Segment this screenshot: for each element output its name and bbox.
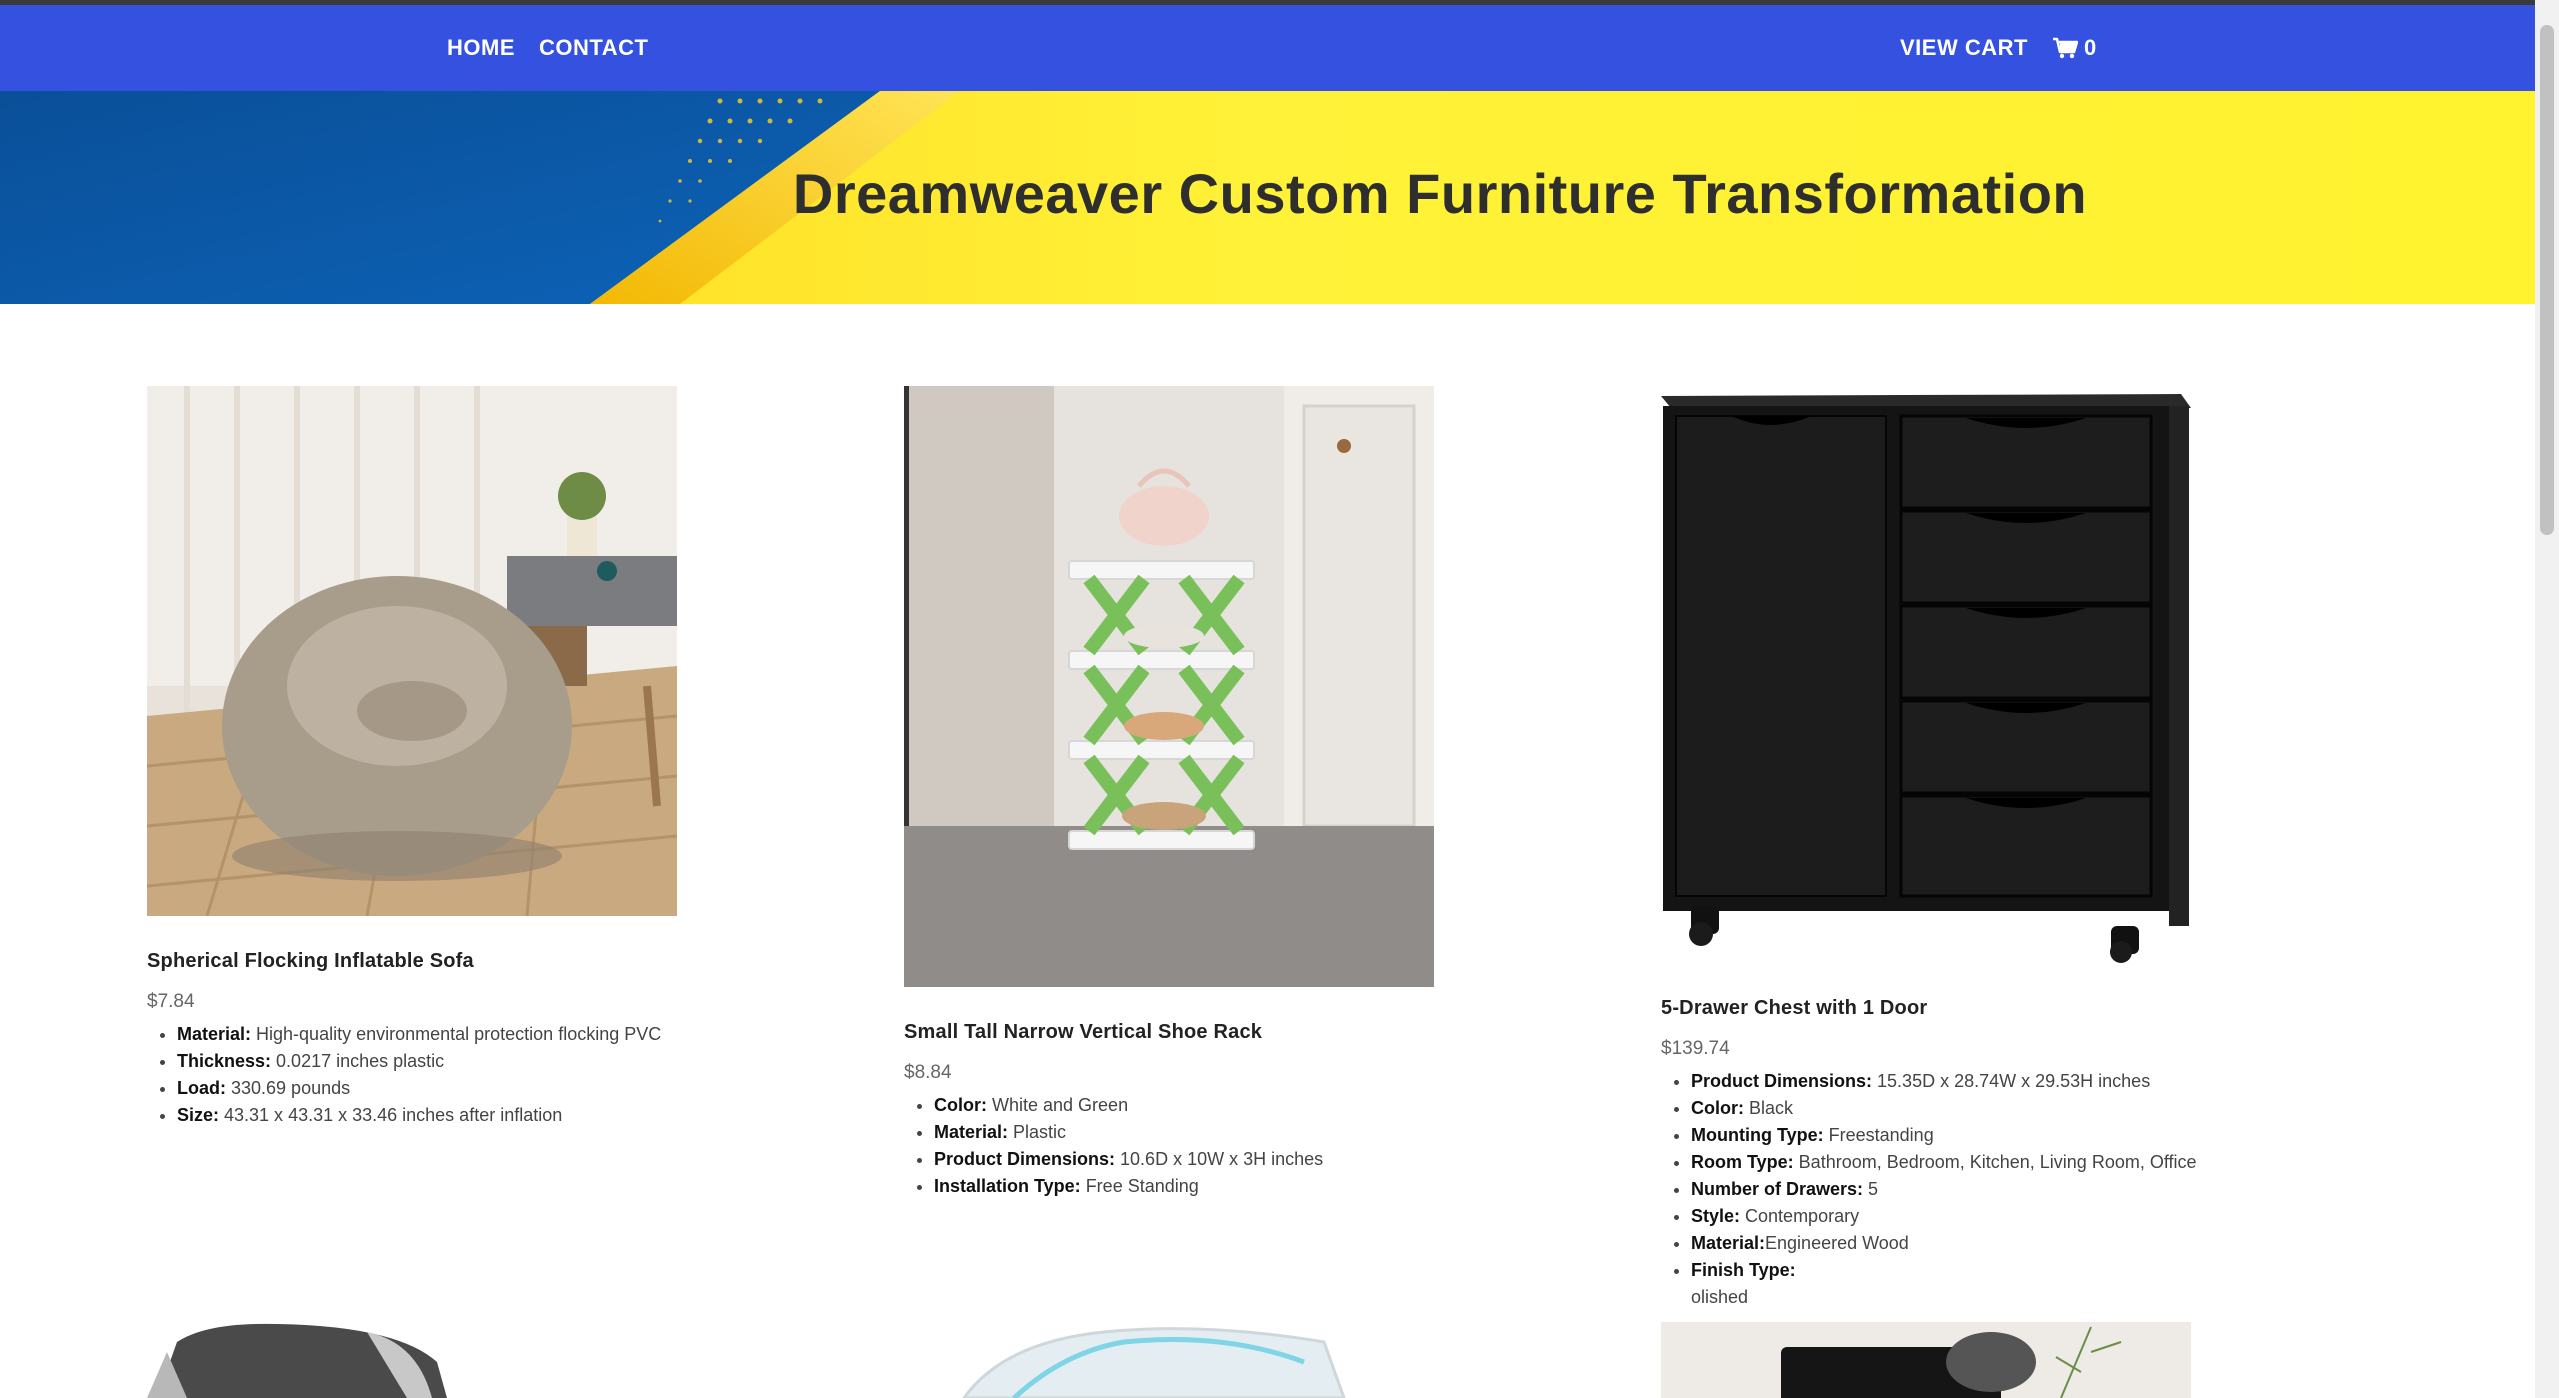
page-title: Dreamweaver Custom Furniture Transformat…	[792, 162, 2088, 225]
product-specs: Color: White and Green Material: Plastic…	[904, 1092, 1624, 1200]
spec-value: 15.35D x 28.74W x 29.53H inches	[1872, 1071, 2151, 1091]
spec-label: Load:	[177, 1078, 226, 1098]
spec-label: Number of Drawers:	[1691, 1179, 1864, 1199]
product-image[interactable]	[904, 386, 1434, 987]
spec-label: Thickness:	[177, 1051, 272, 1071]
spec-value-continued: olished	[1691, 1287, 1749, 1307]
spec-label: Size:	[177, 1105, 220, 1125]
spec-value: Black	[1744, 1098, 1794, 1118]
spec-label: Room Type:	[1691, 1152, 1794, 1172]
product-image[interactable]	[1661, 386, 2191, 963]
product-image[interactable]	[147, 386, 677, 916]
spec-item: Room Type: Bathroom, Bedroom, Kitchen, L…	[1691, 1149, 2381, 1176]
scrollbar-thumb[interactable]	[2540, 25, 2554, 535]
spec-value: Free Standing	[1080, 1176, 1199, 1196]
spec-item: Material:Engineered Wood	[1691, 1230, 2381, 1257]
spec-item: Color: Black	[1691, 1095, 2381, 1122]
spec-item: Material: Plastic	[934, 1119, 1624, 1146]
spec-item: Product Dimensions: 10.6D x 10W x 3H inc…	[934, 1146, 1624, 1173]
spec-value: Bathroom, Bedroom, Kitchen, Living Room,…	[1793, 1152, 2197, 1172]
spec-value: 0.0217 inches plastic	[271, 1051, 445, 1071]
spec-item: Installation Type: Free Standing	[934, 1173, 1624, 1200]
spec-value: 43.31 x 43.31 x 33.46 inches after infla…	[219, 1105, 563, 1125]
spec-label: Product Dimensions:	[934, 1149, 1116, 1169]
spec-item: Product Dimensions: 15.35D x 28.74W x 29…	[1691, 1068, 2381, 1095]
spec-item: Number of Drawers: 5	[1691, 1176, 2381, 1203]
spec-label: Installation Type:	[934, 1176, 1081, 1196]
spec-value: White and Green	[987, 1095, 1129, 1115]
spec-value: Engineered Wood	[1765, 1233, 1909, 1253]
product-card: 5-Drawer Chest with 1 Door $139.74 Produ…	[1661, 386, 2381, 1311]
product-price: $8.84	[904, 1062, 952, 1083]
spec-item: Load: 330.69 pounds	[177, 1075, 867, 1102]
spec-label: Mounting Type:	[1691, 1125, 1824, 1145]
top-navbar: HOME CONTACT VIEW CART 0	[0, 5, 2535, 91]
spec-item: Color: White and Green	[934, 1092, 1624, 1119]
product-specs: Product Dimensions: 15.35D x 28.74W x 29…	[1661, 1068, 2381, 1311]
spec-item: Thickness: 0.0217 inches plastic	[177, 1048, 867, 1075]
spec-label: Product Dimensions:	[1691, 1071, 1873, 1091]
spec-item: Size: 43.31 x 43.31 x 33.46 inches after…	[177, 1102, 867, 1129]
cart-button[interactable]: 0	[2052, 35, 2096, 61]
spec-value: High-quality environmental protection fl…	[251, 1024, 662, 1044]
nav-links: HOME CONTACT	[447, 35, 648, 61]
spec-value: Plastic	[1008, 1122, 1067, 1142]
hero-banner: Dreamweaver Custom Furniture Transformat…	[0, 91, 2535, 304]
product-image[interactable]	[1661, 1322, 2191, 1398]
spec-label: Color:	[934, 1095, 987, 1115]
spec-value: 330.69 pounds	[226, 1078, 351, 1098]
spec-value: 5	[1863, 1179, 1879, 1199]
spec-value: Contemporary	[1740, 1206, 1860, 1226]
nav-home-link[interactable]: HOME	[447, 35, 515, 61]
view-cart-link[interactable]: VIEW CART	[1900, 35, 2028, 61]
spec-item: Style: Contemporary	[1691, 1203, 2381, 1230]
spec-item: Material: High-quality environmental pro…	[177, 1021, 867, 1048]
spec-item: Finish Type: olished	[1691, 1257, 2381, 1311]
spec-label: Style:	[1691, 1206, 1741, 1226]
product-card: Small Tall Narrow Vertical Shoe Rack $8.…	[904, 386, 1624, 1200]
product-specs: Material: High-quality environmental pro…	[147, 1021, 867, 1129]
spec-value: Freestanding	[1823, 1125, 1934, 1145]
spec-label: Finish Type:	[1691, 1260, 1796, 1280]
spec-item: Mounting Type: Freestanding	[1691, 1122, 2381, 1149]
product-image[interactable]	[904, 1322, 1434, 1398]
product-price: $7.84	[147, 991, 195, 1012]
spec-label: Material:	[1691, 1233, 1766, 1253]
cart-area: VIEW CART 0	[1900, 35, 2096, 61]
vertical-scrollbar[interactable]	[2535, 0, 2559, 1398]
spec-label: Material:	[934, 1122, 1009, 1142]
nav-contact-link[interactable]: CONTACT	[539, 35, 648, 61]
product-price: $139.74	[1661, 1038, 1730, 1059]
spec-label: Color:	[1691, 1098, 1744, 1118]
spec-label: Material:	[177, 1024, 252, 1044]
shopping-cart-icon	[2052, 37, 2078, 59]
spec-value: 10.6D x 10W x 3H inches	[1115, 1149, 1324, 1169]
product-card: Spherical Flocking Inflatable Sofa $7.84…	[147, 386, 867, 1129]
product-name[interactable]: Spherical Flocking Inflatable Sofa	[147, 950, 867, 973]
product-name[interactable]: Small Tall Narrow Vertical Shoe Rack	[904, 1021, 1624, 1044]
product-name[interactable]: 5-Drawer Chest with 1 Door	[1661, 997, 2381, 1020]
cart-count: 0	[2083, 35, 2097, 60]
product-image[interactable]	[147, 1322, 447, 1398]
